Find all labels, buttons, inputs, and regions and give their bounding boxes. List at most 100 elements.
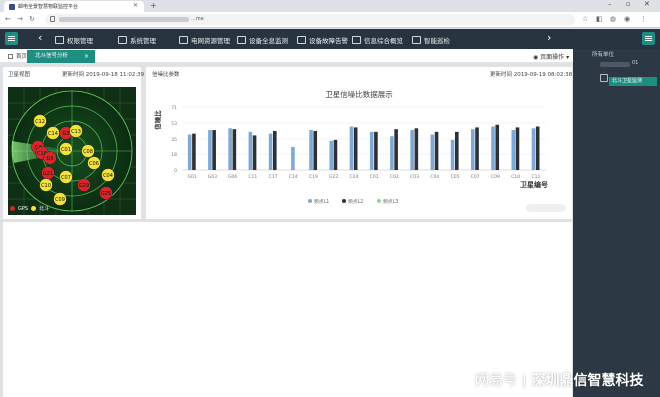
address-bar[interactable]: ...me [45,14,575,25]
chart-legend[interactable]: 频点L1 频点L2 频点L3 [308,198,398,205]
satellite-marker[interactable]: C07 [59,170,73,184]
browser-tab-title: 邮电全景智慧物联监控平台 [18,4,79,10]
nav-scroll-right-icon[interactable]: › [547,31,551,44]
bar-频点L1[interactable] [291,146,295,170]
org-tree-root[interactable]: 所有单位 [592,50,614,58]
bar-频点L2[interactable] [455,131,459,170]
nav-item-info-overview[interactable]: 信息综合概览 [352,33,403,47]
bar-频点L1[interactable] [511,130,516,170]
profile-icon[interactable]: ◉ [624,15,630,23]
bar-频点L1[interactable] [491,126,495,170]
bar-频点L2[interactable] [535,126,540,170]
bar-频点L2[interactable] [374,131,378,170]
nav-item-permissions[interactable]: 权限管理 [55,33,93,47]
nav-item-device-monitoring[interactable]: 设备全息监测 [237,33,288,47]
bar-频点L2[interactable] [232,129,237,170]
nav-item-system[interactable]: 系统管理 [118,33,156,47]
bar-频点L1[interactable] [531,128,536,170]
close-tab-icon[interactable]: × [84,50,89,63]
satellite-view-title: 卫星视图 [8,72,31,78]
page-ops-label: 页面操作 [540,54,565,61]
satellite-marker[interactable]: C13 [69,124,83,138]
tab-home[interactable]: 首页 [8,52,27,60]
bar-频点L2[interactable] [313,130,318,170]
page-operations-dropdown[interactable]: ◉ 页面操作 ▾ [533,52,569,61]
bar-频点L2[interactable] [495,124,500,170]
satellite-legend: GPS 北斗 [10,205,49,212]
extension-icon-2[interactable]: ◍ [610,15,616,23]
bar-频点L1[interactable] [309,130,313,170]
org-node-blurred[interactable] [600,62,630,67]
satellite-marker[interactable]: C08 [81,144,95,158]
bar-频点L2[interactable] [434,131,439,170]
legend-item[interactable]: 频点L2 [342,198,363,205]
satellite-label: C01 [61,147,71,153]
legend-label: 频点L1 [314,198,329,205]
nav-item-smart-inspection[interactable]: 智能巡检 [412,33,450,47]
bar-频点L1[interactable] [450,139,455,170]
new-tab-icon[interactable]: + [150,1,157,10]
bar-频点L2[interactable] [333,139,338,170]
satellite-marker[interactable]: C12 [33,114,47,128]
bar-频点L2[interactable] [394,129,398,170]
bar-频点L2[interactable] [414,128,419,170]
bar-频点L2[interactable] [353,127,358,170]
satellite-marker[interactable]: G5 [43,151,57,165]
bar-频点L2[interactable] [212,130,216,170]
forward-icon[interactable]: → [17,15,23,23]
org-node-selected[interactable]: 北斗卫星监测 [609,77,657,86]
bar-频点L2[interactable] [252,135,257,170]
tab-beidou-analysis[interactable]: 北斗信号分析 × [27,50,95,63]
bar-频点L1[interactable] [248,131,253,170]
bar-频点L2[interactable] [192,133,196,170]
browser-menu-icon[interactable]: ⋮ [640,15,647,23]
bar-频点L2[interactable] [515,127,520,170]
extension-icon[interactable]: ◧ [596,15,603,23]
home-icon [8,54,13,59]
bar-频点L2[interactable] [273,130,277,170]
watermark: 网易号 | 深圳鼎信智慧科技 [475,370,643,390]
bar-频点L1[interactable] [390,136,394,170]
bar-频点L1[interactable] [329,140,334,170]
bar-频点L1[interactable] [369,131,374,170]
bar-频点L1[interactable] [471,129,475,170]
x-tick-labels: G01 G03 G06 C11 C17 C14 C19 G22 C24 C01 C02 C03 C04 C… [188,174,541,180]
satellite-marker[interactable]: G21 [41,166,55,180]
nav-item-grid-resources[interactable]: 电网资源管理 [179,33,230,47]
bar-频点L1[interactable] [208,130,212,170]
time-value: 2019-09-18 11:02:39 [85,72,145,78]
right-panel-toggle-button[interactable] [642,32,655,45]
satellite-marker[interactable]: G25 [99,186,113,200]
back-icon[interactable]: ← [5,15,11,23]
satellite-marker[interactable]: C10 [39,178,53,192]
legend-item[interactable]: 频点L1 [308,198,329,205]
star-icon[interactable]: ☆ [582,15,588,23]
browser-tab[interactable]: 邮电全景智慧物联监控平台 ✕ [4,1,144,12]
bar-频点L1[interactable] [228,128,232,170]
satellite-marker[interactable]: C06 [87,156,101,170]
menu-toggle-button[interactable] [5,32,18,45]
bar-频点L1[interactable] [187,134,192,170]
nav-item-fault-alarm[interactable]: 设备故障告警 [297,33,348,47]
close-tab-icon[interactable]: ✕ [133,2,138,9]
scroll-handle[interactable] [526,204,566,212]
satellite-marker[interactable]: C09 [53,192,67,206]
bar-频点L1[interactable] [268,133,273,170]
satellite-marker[interactable]: C14 [46,126,60,140]
legend-item[interactable]: 频点L3 [377,198,398,205]
close-window-icon[interactable]: ✕ [644,0,650,8]
bar-频点L1[interactable] [349,126,354,170]
satellite-marker[interactable]: C04 [101,168,115,182]
bar-频点L1[interactable] [410,130,414,170]
satellite-marker[interactable]: C01 [59,142,73,156]
satellite-marker[interactable]: G29 [77,178,91,192]
bar-频点L2[interactable] [475,127,479,170]
bar-频点L1[interactable] [430,134,435,170]
nav-scroll-left-icon[interactable]: ‹ [38,31,42,44]
legend-swatch [308,199,312,203]
x-tick-label: C11 [531,174,540,180]
org-node-checkbox[interactable] [600,74,608,82]
maximize-window-icon[interactable]: ▫ [626,0,631,8]
reload-icon[interactable]: ↻ [29,15,35,23]
minimize-window-icon[interactable]: – [608,0,612,8]
